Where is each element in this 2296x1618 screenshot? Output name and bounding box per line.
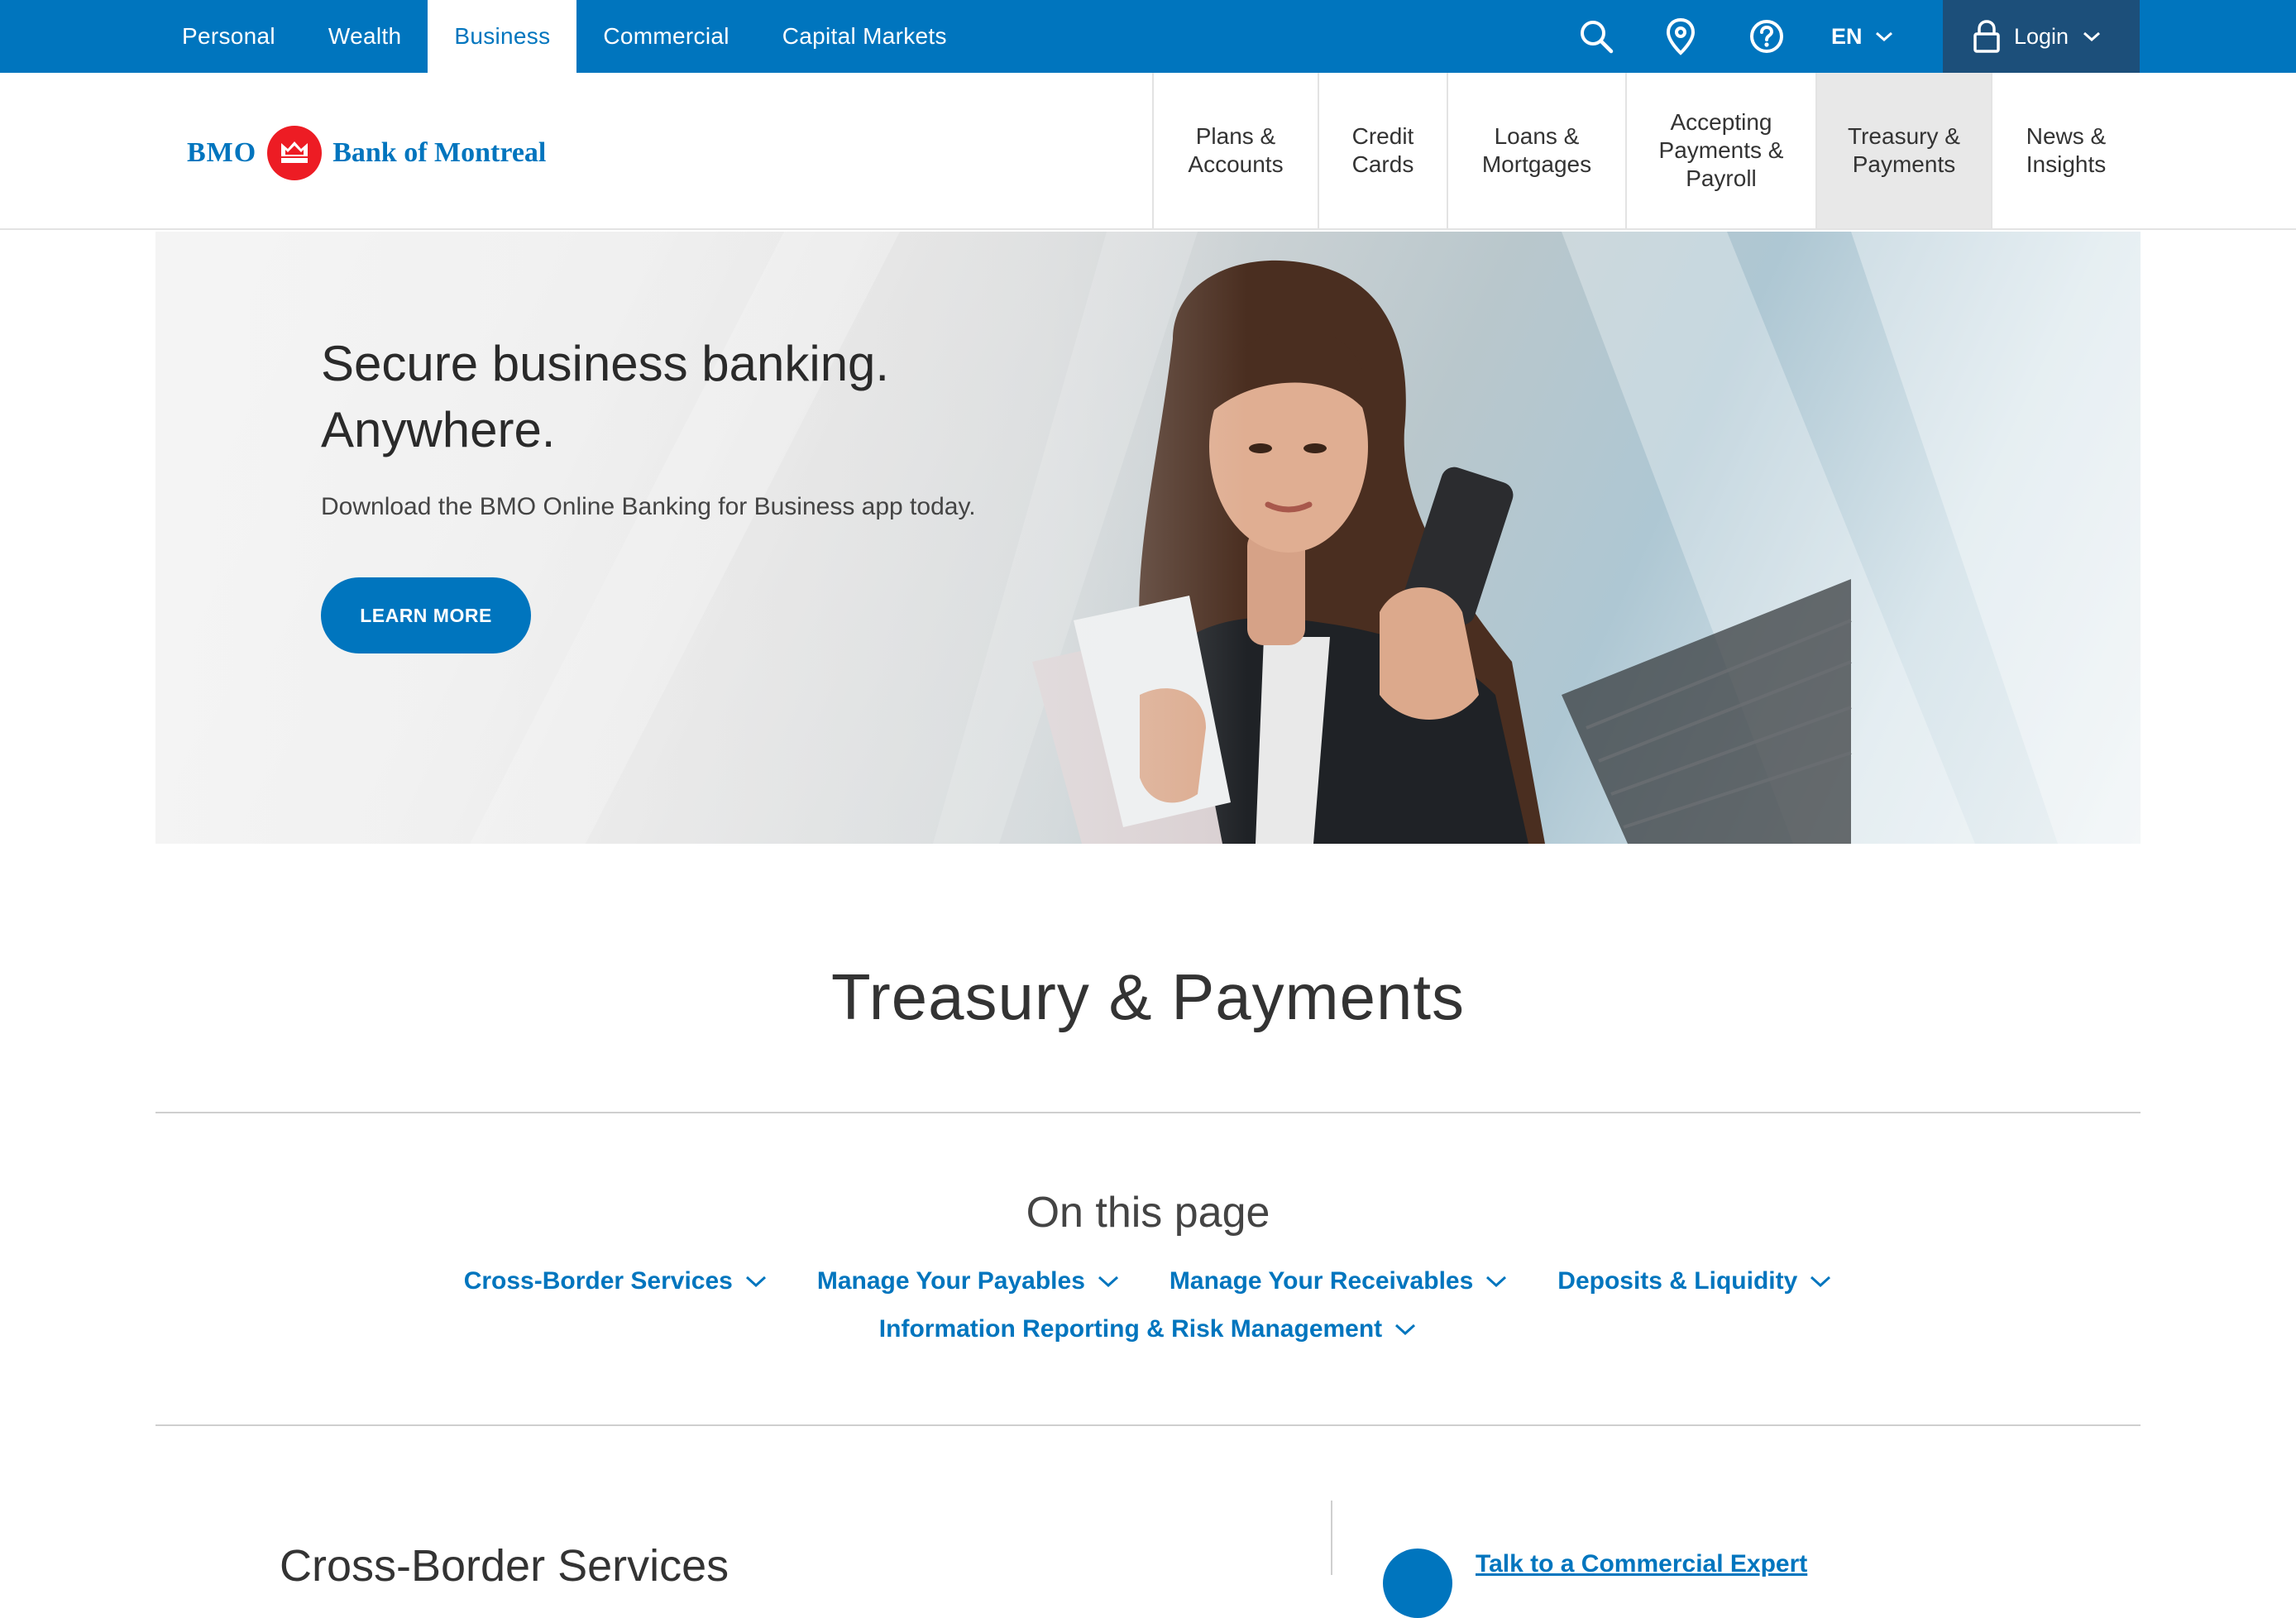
nav-item-label: Loans & Mortgages: [1481, 123, 1592, 177]
segment-business[interactable]: Business: [428, 0, 577, 73]
nav-loans-mortgages[interactable]: Loans & Mortgages: [1447, 73, 1625, 228]
chevron-down-icon: [1486, 1276, 1507, 1288]
segment-nav: Personal Wealth Business Commercial Capi…: [155, 0, 973, 73]
jump-link-label: Manage Your Receivables: [1169, 1267, 1474, 1295]
chevron-down-icon: [1810, 1276, 1831, 1288]
chevron-down-icon: [2083, 31, 2101, 42]
hero-title-line-1: Secure business banking.: [321, 336, 890, 391]
jump-link-label: Manage Your Payables: [816, 1267, 1085, 1295]
divider: [155, 1424, 2141, 1426]
segment-commercial[interactable]: Commercial: [576, 0, 755, 73]
hero-banner: Secure business banking. Anywhere. Downl…: [155, 232, 2141, 844]
column-divider: [1331, 1501, 1332, 1575]
login-button[interactable]: Login: [1943, 0, 2140, 73]
jump-link-cross-border[interactable]: Cross-Border Services: [464, 1267, 768, 1295]
jump-link-label: Deposits & Liquidity: [1557, 1267, 1798, 1295]
lock-icon: [1973, 20, 2000, 53]
segment-personal[interactable]: Personal: [155, 0, 302, 73]
primary-nav-items: Plans & Accounts Credit Cards Loans & Mo…: [1152, 73, 2140, 228]
chevron-down-icon: [1395, 1324, 1416, 1336]
top-utility-bar: Personal Wealth Business Commercial Capi…: [0, 0, 2296, 73]
jump-link-deposits-liquidity[interactable]: Deposits & Liquidity: [1557, 1267, 1832, 1295]
jump-links-row-1: Cross-Border Services Manage Your Payabl…: [0, 1267, 2296, 1295]
talk-to-expert-link[interactable]: Talk to a Commercial Expert: [1476, 1550, 1807, 1578]
location-pin-icon[interactable]: [1661, 17, 1700, 56]
segment-capital-markets[interactable]: Capital Markets: [756, 0, 973, 73]
jump-link-payables[interactable]: Manage Your Payables: [817, 1267, 1120, 1295]
chevron-down-icon: [745, 1276, 766, 1288]
chevron-down-icon: [1098, 1276, 1118, 1288]
nav-news-insights[interactable]: News & Insights: [1991, 73, 2140, 228]
chevron-down-icon: [1875, 31, 1892, 42]
help-icon[interactable]: [1747, 17, 1787, 56]
bmo-logo[interactable]: BMO Bank of Montreal: [187, 126, 546, 180]
section-title-cross-border: Cross-Border Services: [280, 1541, 729, 1591]
nav-plans-accounts[interactable]: Plans & Accounts: [1152, 73, 1318, 228]
segment-wealth[interactable]: Wealth: [302, 0, 428, 73]
expert-avatar-icon[interactable]: [1383, 1549, 1452, 1618]
language-selector[interactable]: EN: [1831, 0, 1894, 73]
login-label: Login: [2014, 23, 2069, 49]
jump-link-label: Information Reporting & Risk Management: [878, 1315, 1383, 1343]
hero-title: Secure business banking. Anywhere.: [321, 331, 1065, 463]
roundel-icon: [267, 126, 323, 180]
hero-subtitle: Download the BMO Online Banking for Busi…: [321, 493, 976, 520]
hero-title-line-2: Anywhere.: [321, 402, 556, 457]
nav-item-label: Treasury & Payments: [1848, 123, 1960, 177]
nav-item-label: Credit Cards: [1351, 123, 1414, 177]
hero-photo-illustration: [155, 232, 2141, 844]
nav-item-label: Accepting Payments & Payroll: [1658, 109, 1784, 191]
jump-links-row-2: Information Reporting & Risk Management: [0, 1315, 2296, 1343]
search-icon[interactable]: [1576, 17, 1616, 56]
nav-item-label: News & Insights: [2026, 123, 2107, 177]
nav-item-label: Plans & Accounts: [1188, 123, 1284, 177]
nav-credit-cards[interactable]: Credit Cards: [1318, 73, 1447, 228]
jump-link-info-reporting-risk[interactable]: Information Reporting & Risk Management: [879, 1315, 1417, 1343]
language-label: EN: [1831, 23, 1863, 49]
divider: [155, 1112, 2141, 1113]
learn-more-button[interactable]: LEARN MORE: [321, 577, 531, 653]
on-this-page-heading: On this page: [1026, 1189, 1270, 1237]
nav-accepting-payments-payroll[interactable]: Accepting Payments & Payroll: [1625, 73, 1815, 228]
jump-link-label: Cross-Border Services: [463, 1267, 733, 1295]
logo-wordmark-bmo: BMO: [187, 137, 257, 168]
page-title: Treasury & Payments: [830, 960, 1466, 1033]
jump-link-receivables[interactable]: Manage Your Receivables: [1170, 1267, 1508, 1295]
nav-treasury-payments[interactable]: Treasury & Payments: [1815, 73, 1991, 228]
logo-wordmark-name: Bank of Montreal: [332, 137, 547, 168]
main-navigation: BMO Bank of Montreal Plans & Accounts Cr…: [0, 73, 2296, 230]
